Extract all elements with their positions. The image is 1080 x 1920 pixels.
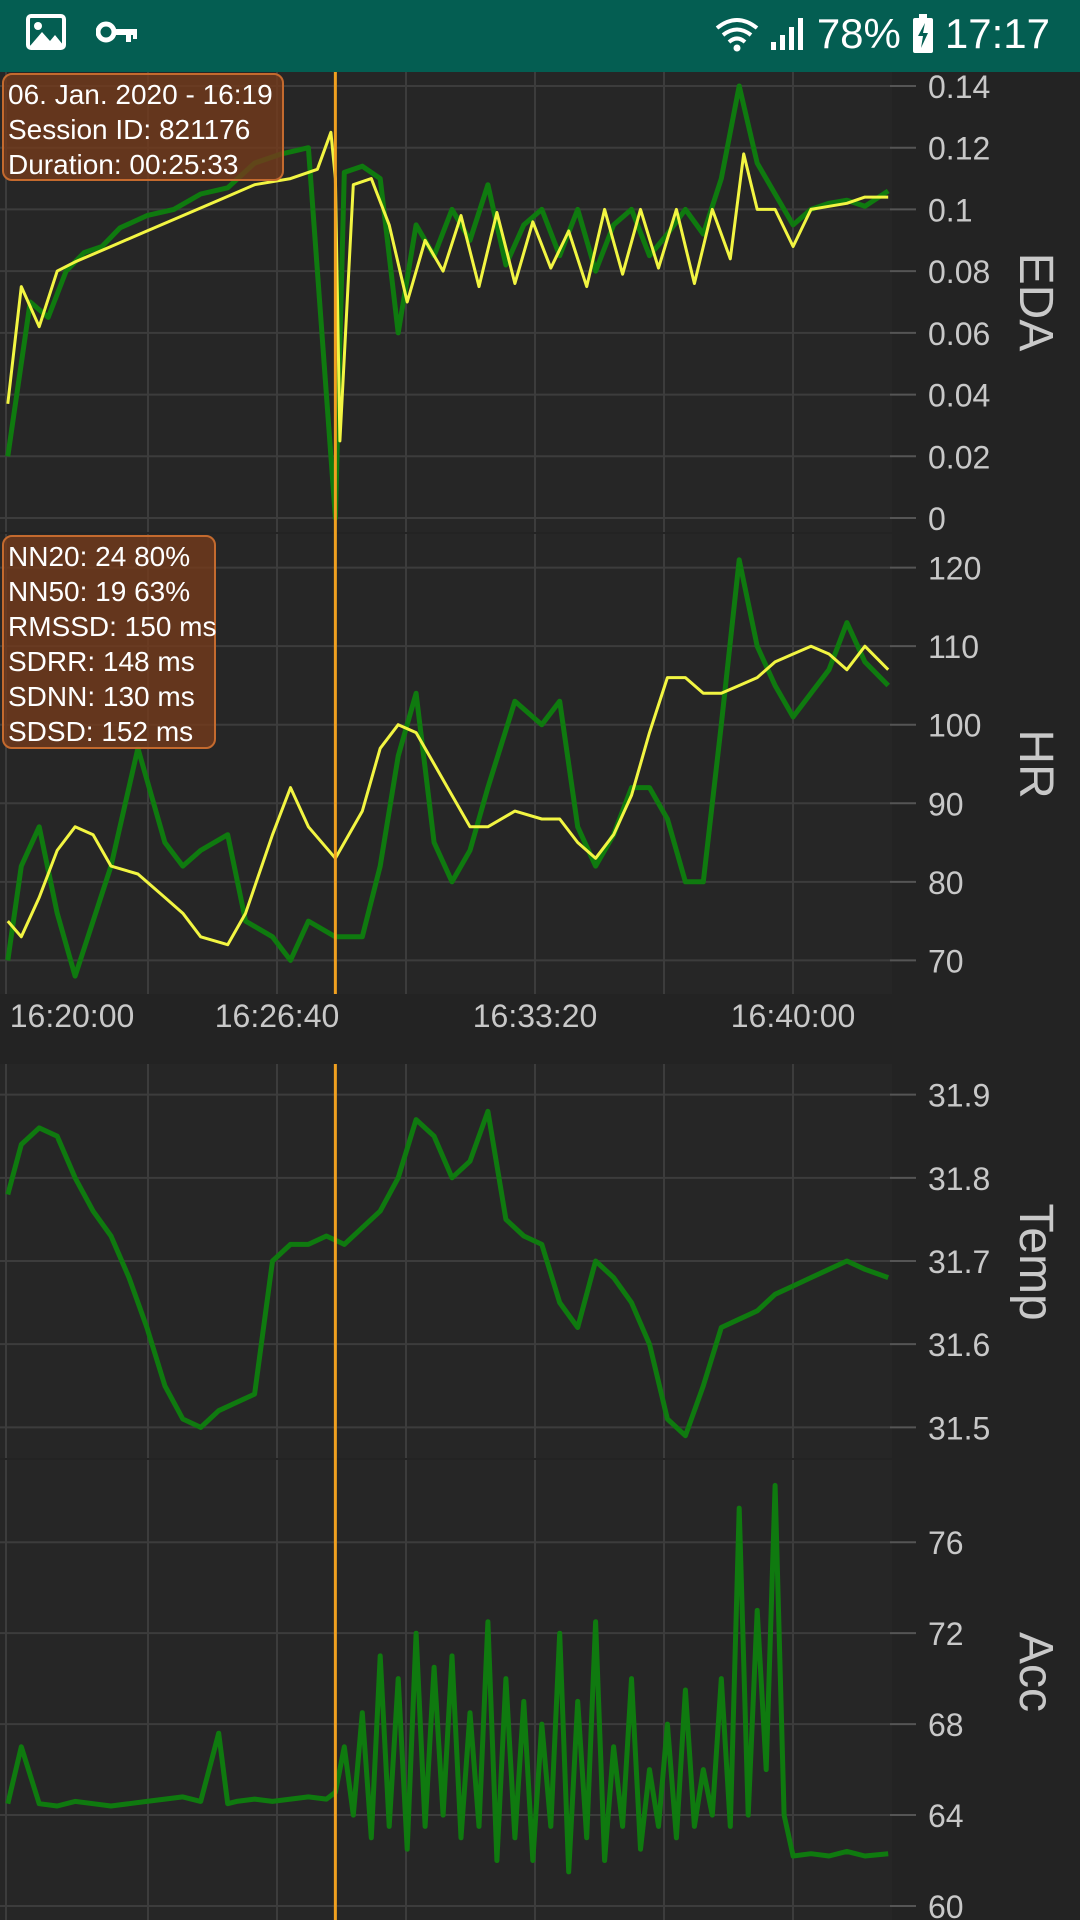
x-tick-label: 16:40:00 xyxy=(731,998,856,1034)
hr-ytick-label: 80 xyxy=(928,865,964,901)
hr-ytick-label: 120 xyxy=(928,551,981,587)
hr-ytick-label: 70 xyxy=(928,943,964,979)
acc-plot-background xyxy=(0,1460,892,1920)
temp-ytick-label: 31.9 xyxy=(928,1078,990,1114)
hr-ytick-label: 110 xyxy=(928,629,979,665)
temp-ytick-label: 31.8 xyxy=(928,1161,990,1197)
x-tick-label: 16:20:00 xyxy=(10,998,135,1034)
signal-icon xyxy=(769,16,807,52)
eda-ytick-label: 0.06 xyxy=(928,316,990,352)
hr-ytick-label: 100 xyxy=(928,708,981,744)
session-duration: Duration: 00:25:33 xyxy=(8,149,239,180)
stat-sdrr: SDRR: 148 ms xyxy=(8,646,195,677)
charts-area: 0 0.02 0.04 0.06 0.08 0.1 0.12 0.14 EDA 70 80 90 100… xyxy=(0,72,1062,1920)
key-icon xyxy=(96,19,138,45)
session-id: Session ID: 821176 xyxy=(8,114,251,145)
acc-ytick-label: 72 xyxy=(928,1616,964,1652)
stat-nn50: NN50: 19 63% xyxy=(8,576,191,607)
stat-sdnn: SDNN: 130 ms xyxy=(8,681,195,712)
acc-ytick-label: 68 xyxy=(928,1707,964,1743)
hr-ytick-label: 90 xyxy=(928,786,964,822)
temp-ytick-label: 31.6 xyxy=(928,1327,990,1363)
hr-axis-title: HR xyxy=(1009,729,1062,798)
eda-ytick-label: 0.02 xyxy=(928,439,990,475)
battery-percent: 78% xyxy=(816,10,901,57)
hrv-stats-box: NN20: 24 80% NN50: 19 63% RMSSD: 150 ms … xyxy=(2,535,217,749)
eda-ytick-label: 0.04 xyxy=(928,378,990,414)
session-info-box: 06. Jan. 2020 - 16:19 Session ID: 821176… xyxy=(2,73,284,181)
temp-ytick-label: 31.5 xyxy=(928,1410,990,1446)
eda-ytick-label: 0.08 xyxy=(928,254,990,290)
temp-ytick-label: 31.7 xyxy=(928,1244,990,1280)
eda-ytick-label: 0.14 xyxy=(928,72,990,105)
battery-charging-icon xyxy=(911,14,935,54)
eda-axis-title: EDA xyxy=(1009,253,1062,352)
x-tick-label: 16:33:20 xyxy=(473,998,598,1034)
clock-time: 17:17 xyxy=(944,10,1050,57)
image-icon xyxy=(26,14,66,50)
stat-nn20: NN20: 24 80% xyxy=(8,541,191,572)
acc-axis-title: Acc xyxy=(1009,1632,1062,1712)
eda-ytick-label: 0.12 xyxy=(928,131,990,167)
stat-sdsd: SDSD: 152 ms xyxy=(8,716,194,747)
acc-ytick-label: 60 xyxy=(928,1889,964,1920)
stat-rmssd: RMSSD: 150 ms xyxy=(8,611,217,642)
temp-axis-title: Temp xyxy=(1009,1203,1062,1320)
acc-ytick-label: 76 xyxy=(928,1525,964,1561)
status-bar-right: 78% 17:17 xyxy=(715,10,1050,58)
acc-ytick-label: 64 xyxy=(928,1798,964,1834)
wifi-icon xyxy=(715,16,759,52)
status-bar: 78% 17:17 xyxy=(0,0,1080,72)
session-date: 06. Jan. 2020 - 16:19 xyxy=(8,79,273,110)
x-tick-label: 16:26:40 xyxy=(215,998,340,1034)
eda-ytick-label: 0 xyxy=(928,501,946,537)
eda-ytick-label: 0.1 xyxy=(928,192,972,228)
status-bar-left xyxy=(26,14,138,50)
